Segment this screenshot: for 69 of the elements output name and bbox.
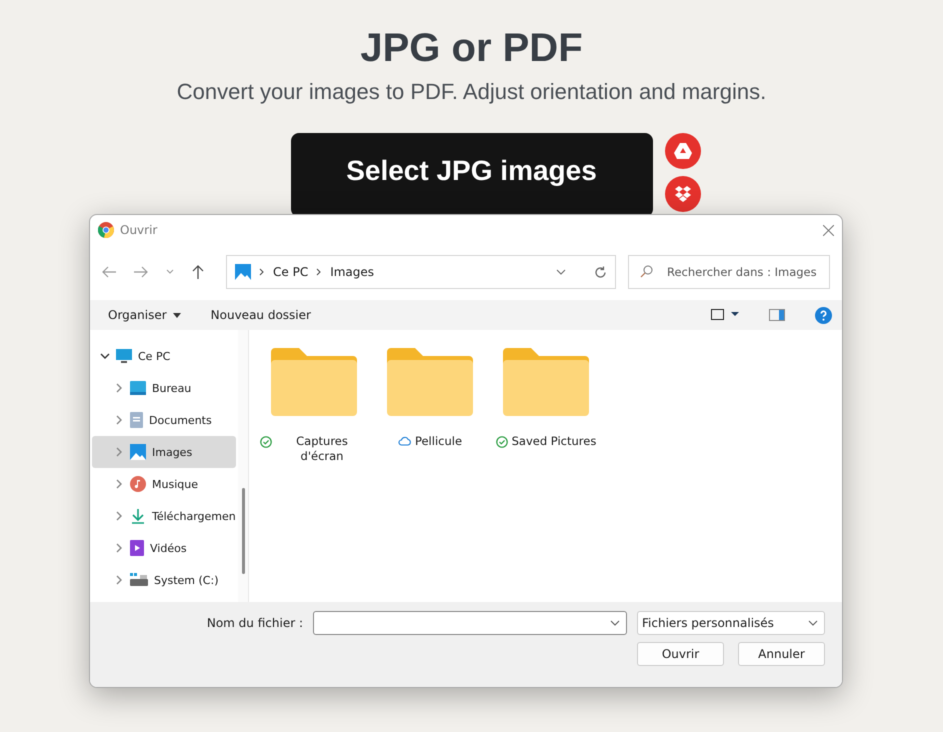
breadcrumb-item[interactable]: Ce PC bbox=[273, 265, 308, 279]
chevron-right-icon[interactable] bbox=[114, 447, 124, 457]
address-bar[interactable]: Ce PC Images bbox=[226, 255, 616, 289]
chevron-right-icon[interactable] bbox=[114, 575, 124, 585]
document-icon bbox=[130, 412, 143, 428]
tree-item[interactable]: Images bbox=[92, 436, 236, 468]
triangle-logo-icon bbox=[674, 143, 692, 159]
scrollbar[interactable] bbox=[238, 330, 248, 602]
dialog-button[interactable]: Ouvrir bbox=[637, 642, 724, 666]
tree-item[interactable]: Documents bbox=[92, 404, 236, 436]
chevron-right-icon[interactable] bbox=[114, 543, 124, 553]
dialog-button[interactable]: Annuler bbox=[738, 642, 825, 666]
preview-pane-icon[interactable] bbox=[769, 309, 785, 321]
toolbar-command[interactable]: Organiser bbox=[108, 308, 181, 322]
refresh-icon[interactable] bbox=[594, 266, 607, 278]
chevron-right-icon bbox=[259, 268, 265, 276]
folder-name[interactable]: Saved Pictures bbox=[512, 434, 596, 449]
folder-name[interactable]: Captures d'écran bbox=[276, 434, 368, 464]
tree-item[interactable]: Bureau bbox=[92, 372, 236, 404]
box-storage-button[interactable] bbox=[664, 176, 700, 212]
drive-icon bbox=[130, 573, 148, 587]
music-note-icon bbox=[130, 476, 146, 492]
up-arrow-icon[interactable] bbox=[192, 265, 204, 279]
forward-arrow-icon[interactable] bbox=[134, 266, 148, 278]
filename-field[interactable] bbox=[313, 611, 627, 635]
tree-item[interactable]: Téléchargemen bbox=[92, 500, 236, 532]
back-arrow-icon[interactable] bbox=[102, 266, 116, 278]
picture-icon bbox=[130, 444, 146, 460]
folder-icon bbox=[271, 348, 357, 416]
browser-logo-icon bbox=[98, 222, 114, 238]
desktop-icon bbox=[130, 381, 146, 395]
tree-item[interactable]: Vidéos bbox=[92, 532, 236, 564]
tree-item[interactable]: Musique bbox=[92, 468, 236, 500]
check-circle-icon bbox=[260, 436, 272, 448]
chevron-right-icon[interactable] bbox=[114, 479, 124, 489]
file-type-dropdown[interactable]: Fichiers personnalisés bbox=[637, 611, 825, 635]
caret-icon bbox=[172, 312, 181, 318]
picture-icon bbox=[235, 264, 251, 280]
cloud-icon bbox=[398, 436, 411, 446]
select-images-button[interactable]: Select JPG images bbox=[290, 133, 652, 217]
chevron-right-icon[interactable] bbox=[114, 383, 124, 393]
chevron-down-icon bbox=[610, 620, 620, 626]
chevron-down-icon bbox=[808, 620, 818, 626]
chevron-right-icon bbox=[316, 268, 322, 276]
chevron-down-icon[interactable] bbox=[556, 269, 566, 275]
close-icon[interactable] bbox=[823, 224, 834, 236]
monitor-icon bbox=[116, 348, 132, 364]
tree-item[interactable]: System (C:) bbox=[92, 564, 236, 596]
search-field[interactable]: Rechercher dans : Images bbox=[628, 255, 830, 289]
folder-icon bbox=[387, 348, 473, 416]
chevron-down-icon[interactable] bbox=[100, 351, 110, 361]
breadcrumb-item[interactable]: Images bbox=[330, 265, 374, 279]
check-circle-icon bbox=[496, 436, 508, 448]
filename-label: Nom du fichier : bbox=[206, 616, 303, 630]
dialog-title: Ouvrir bbox=[120, 223, 158, 237]
cloud-drive-button[interactable] bbox=[664, 133, 700, 169]
box-logo-icon bbox=[674, 186, 692, 202]
help-icon[interactable] bbox=[815, 306, 832, 324]
chevron-right-icon[interactable] bbox=[114, 511, 124, 521]
folder-icon bbox=[503, 348, 589, 416]
chevron-right-icon[interactable] bbox=[114, 415, 124, 425]
folder-name[interactable]: Pellicule bbox=[414, 434, 462, 449]
download-arrow-icon bbox=[130, 508, 146, 524]
page-title: JPG or PDF bbox=[360, 26, 583, 71]
page-subtitle: Convert your images to PDF. Adjust orientation and margins. bbox=[176, 79, 766, 105]
video-icon bbox=[130, 540, 144, 556]
toolbar-command[interactable]: Nouveau dossier bbox=[210, 308, 311, 322]
tree-item[interactable]: Ce PC bbox=[92, 340, 236, 372]
view-mode-icon[interactable] bbox=[711, 309, 739, 321]
